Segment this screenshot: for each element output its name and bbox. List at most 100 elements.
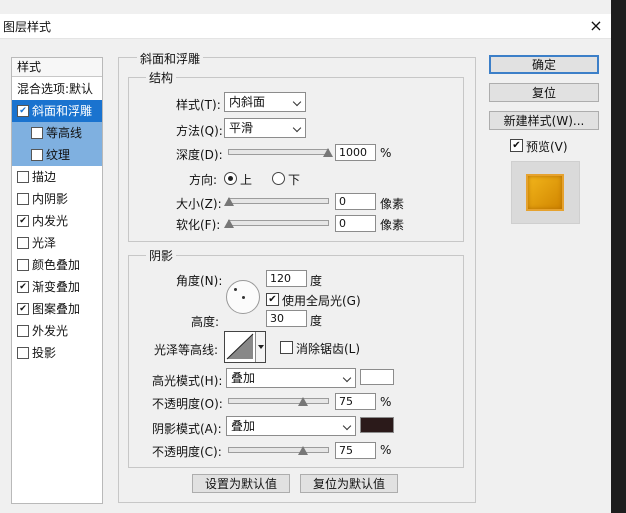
shadow-mode-value: 叠加	[231, 419, 256, 433]
soften-input[interactable]: 0	[335, 215, 376, 232]
depth-input[interactable]: 1000	[335, 144, 376, 161]
style-item-label: 图案叠加	[32, 302, 81, 316]
altitude-label: 高度:	[191, 315, 220, 329]
contour-dropdown-arrow-icon[interactable]	[255, 332, 265, 362]
shadow-opacity-slider[interactable]	[228, 446, 329, 455]
soften-unit: 像素	[380, 218, 405, 232]
size-slider-thumb[interactable]	[224, 197, 234, 206]
angle-unit: 度	[310, 274, 323, 288]
style-item-label: 外发光	[32, 324, 69, 338]
style-item-checkbox[interactable]	[17, 170, 29, 183]
angle-input[interactable]: 120	[266, 270, 307, 287]
soften-label: 软化(F):	[176, 218, 221, 232]
technique-label: 方法(Q):	[176, 124, 223, 138]
highlight-opacity-slider[interactable]	[228, 397, 329, 406]
depth-slider[interactable]	[228, 148, 333, 157]
direction-up-label[interactable]: 上	[240, 171, 252, 188]
style-item-label: 描边	[32, 170, 57, 184]
style-item-checkbox[interactable]	[17, 324, 29, 337]
style-item-label: 等高线	[46, 126, 83, 140]
preview-swatch	[528, 176, 562, 209]
highlight-opacity-thumb[interactable]	[298, 397, 309, 406]
angle-dial-light-dot	[234, 288, 237, 291]
style-item-blending-options[interactable]: 混合选项:默认	[12, 78, 102, 100]
style-item-gradient-overlay[interactable]: ✔ 渐变叠加	[12, 276, 102, 298]
soften-slider-thumb[interactable]	[224, 219, 234, 228]
shadow-opacity-thumb[interactable]	[298, 446, 309, 455]
shadow-color-swatch[interactable]	[360, 417, 394, 433]
style-item-checkbox[interactable]	[31, 126, 43, 139]
direction-down-radio[interactable]	[272, 172, 285, 185]
direction-up-radio[interactable]	[224, 172, 237, 185]
highlight-color-swatch[interactable]	[360, 369, 394, 385]
structure-title: 结构	[146, 69, 177, 86]
style-item-satin[interactable]: 光泽	[12, 232, 102, 254]
style-list-header[interactable]: 样式	[12, 58, 102, 77]
style-item-checkbox[interactable]	[17, 346, 29, 359]
bevel-title: 斜面和浮雕	[137, 50, 204, 67]
dialog-title: 图层样式	[3, 20, 52, 34]
style-item-label: 投影	[32, 346, 57, 360]
reset-button[interactable]: 复位	[489, 83, 599, 102]
style-item-inner-shadow[interactable]: 内阴影	[12, 188, 102, 210]
make-default-button[interactable]: 设置为默认值	[192, 474, 290, 493]
size-input[interactable]: 0	[335, 193, 376, 210]
style-item-checkbox[interactable]: ✔	[17, 280, 29, 293]
direction-down-label[interactable]: 下	[288, 171, 300, 188]
altitude-input[interactable]: 30	[266, 310, 307, 327]
style-list: 样式 混合选项:默认 ✔ 斜面和浮雕 等高线 纹理 描边 内阴影 ✔ 内发光 光泽 颜色叠加 ✔ 渐变叠…	[11, 57, 103, 504]
highlight-opacity-input[interactable]: 75	[335, 393, 376, 410]
size-slider[interactable]	[224, 197, 329, 206]
preview-label[interactable]: 预览(V)	[526, 138, 568, 155]
style-item-label: 内发光	[32, 214, 69, 228]
angle-dial[interactable]	[226, 280, 260, 314]
style-item-label: 纹理	[46, 148, 71, 162]
right-edge	[611, 0, 626, 513]
style-item-texture[interactable]: 纹理	[12, 144, 102, 166]
style-item-checkbox[interactable]: ✔	[17, 214, 29, 227]
soften-slider[interactable]	[224, 219, 329, 228]
style-item-checkbox[interactable]: ✔	[17, 104, 29, 117]
size-label: 大小(Z):	[176, 197, 222, 211]
highlight-mode-select[interactable]: 叠加	[226, 368, 356, 388]
style-item-checkbox[interactable]	[17, 192, 29, 205]
reset-to-default-button[interactable]: 复位为默认值	[300, 474, 398, 493]
gloss-contour-picker[interactable]	[224, 331, 266, 363]
technique-select[interactable]: 平滑	[224, 118, 306, 138]
antialias-label[interactable]: 消除锯齿(L)	[296, 340, 360, 357]
style-item-label: 渐变叠加	[32, 280, 81, 294]
shadow-opacity-label: 不透明度(C):	[152, 445, 222, 459]
direction-label: 方向:	[189, 173, 218, 187]
new-style-button[interactable]: 新建样式(W)...	[489, 111, 599, 130]
global-light-checkbox[interactable]: ✔	[266, 293, 279, 306]
ok-button[interactable]: 确定	[489, 55, 599, 74]
highlight-opacity-unit: %	[380, 395, 392, 409]
style-item-checkbox[interactable]	[31, 148, 43, 161]
style-item-outer-glow[interactable]: 外发光	[12, 320, 102, 342]
shadow-opacity-input[interactable]: 75	[335, 442, 376, 459]
style-item-color-overlay[interactable]: 颜色叠加	[12, 254, 102, 276]
bevel-style-select[interactable]: 内斜面	[224, 92, 306, 112]
depth-slider-thumb[interactable]	[323, 148, 333, 157]
shadow-mode-select[interactable]: 叠加	[226, 416, 356, 436]
style-item-stroke[interactable]: 描边	[12, 166, 102, 188]
technique-value: 平滑	[229, 121, 254, 135]
style-item-checkbox[interactable]: ✔	[17, 302, 29, 315]
style-item-inner-glow[interactable]: ✔ 内发光	[12, 210, 102, 232]
style-label: 样式(T):	[176, 98, 221, 112]
style-item-checkbox[interactable]	[17, 258, 29, 271]
style-item-pattern-overlay[interactable]: ✔ 图案叠加	[12, 298, 102, 320]
global-light-label[interactable]: 使用全局光(G)	[282, 292, 361, 309]
style-item-checkbox[interactable]	[17, 236, 29, 249]
style-item-label: 颜色叠加	[32, 258, 81, 272]
style-item-drop-shadow[interactable]: 投影	[12, 342, 102, 364]
antialias-checkbox[interactable]	[280, 341, 293, 354]
close-icon[interactable]: ×	[588, 18, 604, 34]
contour-curve-icon	[226, 333, 254, 360]
style-preview-thumbnail	[511, 161, 580, 224]
bevel-style-value: 内斜面	[229, 95, 266, 109]
style-item-bevel-emboss[interactable]: ✔ 斜面和浮雕	[12, 100, 102, 122]
style-item-contour[interactable]: 等高线	[12, 122, 102, 144]
preview-checkbox[interactable]: ✔	[510, 139, 523, 152]
highlight-mode-label: 高光模式(H):	[152, 374, 223, 388]
